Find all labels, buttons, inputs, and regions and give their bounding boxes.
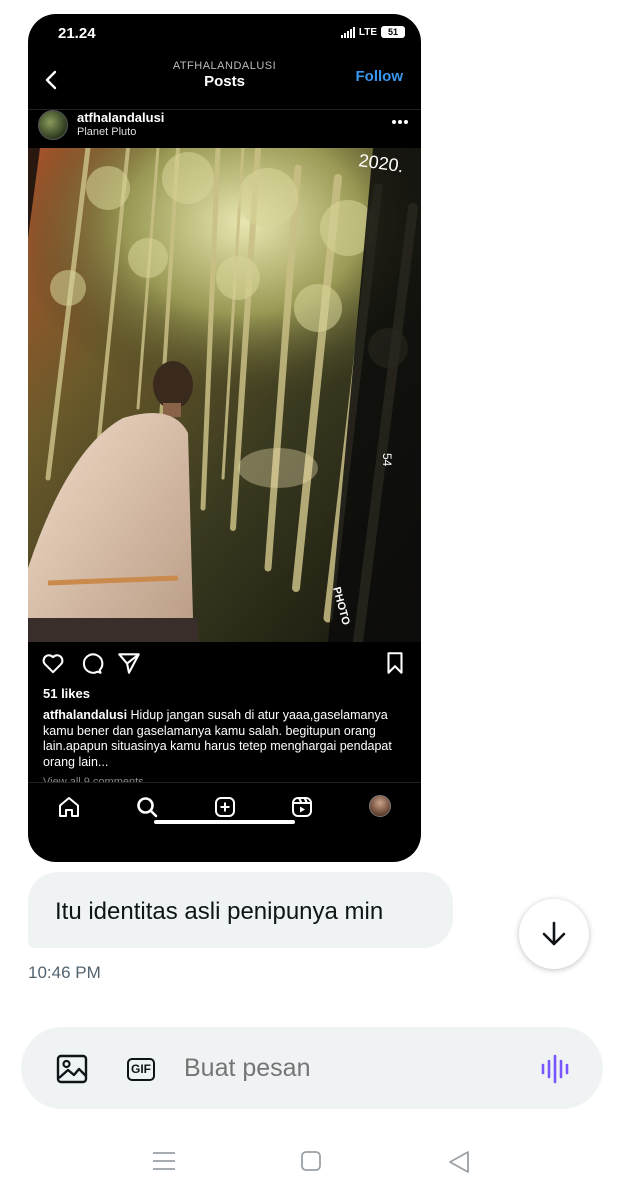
search-icon <box>137 797 158 818</box>
battery-icon: 51 <box>381 26 405 38</box>
post-avatar <box>38 110 68 140</box>
comment-icon <box>82 653 104 674</box>
network-label: LTE <box>358 26 377 38</box>
status-indicators: LTE 51 <box>340 26 405 38</box>
status-time: 21.24 <box>58 25 96 42</box>
message-input[interactable] <box>184 1054 524 1083</box>
home-indicator <box>154 820 295 824</box>
scroll-to-bottom-button[interactable] <box>519 899 589 969</box>
more-icon <box>392 120 408 124</box>
post-location: Planet Pluto <box>77 126 137 138</box>
message-timestamp: 10:46 PM <box>28 963 101 982</box>
post-photo: 2020. 54 PHOTO <box>28 148 421 642</box>
gif-label: GIF <box>127 1057 155 1081</box>
system-navigation-bar <box>0 1140 621 1184</box>
voice-icon[interactable] <box>539 1052 573 1086</box>
create-icon <box>215 797 235 817</box>
home-square-icon[interactable] <box>300 1150 322 1172</box>
message-bubble[interactable]: Itu identitas asli penipunya min <box>28 872 453 948</box>
likes-count: 51 likes <box>43 686 90 701</box>
follow-button: Follow <box>355 68 404 85</box>
dm-conversation-screen: 21.24 LTE 51 ATFHALANDALUSI Posts Follow… <box>0 0 621 1200</box>
back-triangle-icon[interactable] <box>448 1150 470 1174</box>
instagram-tab-bar <box>28 782 421 832</box>
image-icon[interactable] <box>55 1052 89 1086</box>
post-caption: atfhalandalusi Hidup jangan susah di atu… <box>43 708 413 770</box>
post-nav-header: ATFHALANDALUSI Posts Follow <box>28 56 421 110</box>
post-actions <box>28 650 421 678</box>
bookmark-icon <box>387 652 403 674</box>
post-header: atfhalandalusi Planet Pluto <box>28 110 421 148</box>
arrow-down-icon <box>542 921 566 946</box>
reels-icon <box>292 797 312 817</box>
shared-screenshot-image[interactable]: 21.24 LTE 51 ATFHALANDALUSI Posts Follow… <box>28 14 421 862</box>
post-username: atfhalandalusi <box>77 110 165 125</box>
gif-icon[interactable]: GIF <box>124 1052 158 1086</box>
share-icon <box>118 653 140 674</box>
signal-icon <box>340 26 355 38</box>
message-composer: GIF <box>21 1027 603 1109</box>
menu-icon[interactable] <box>152 1150 176 1172</box>
caption-username: atfhalandalusi <box>43 708 128 722</box>
photo-overlay-frame: 54 <box>380 453 394 467</box>
heart-icon <box>42 654 64 674</box>
message-text: Itu identitas asli penipunya min <box>55 898 384 925</box>
home-icon <box>59 797 79 817</box>
profile-avatar <box>369 795 391 817</box>
status-bar: 21.24 LTE 51 <box>28 14 421 54</box>
